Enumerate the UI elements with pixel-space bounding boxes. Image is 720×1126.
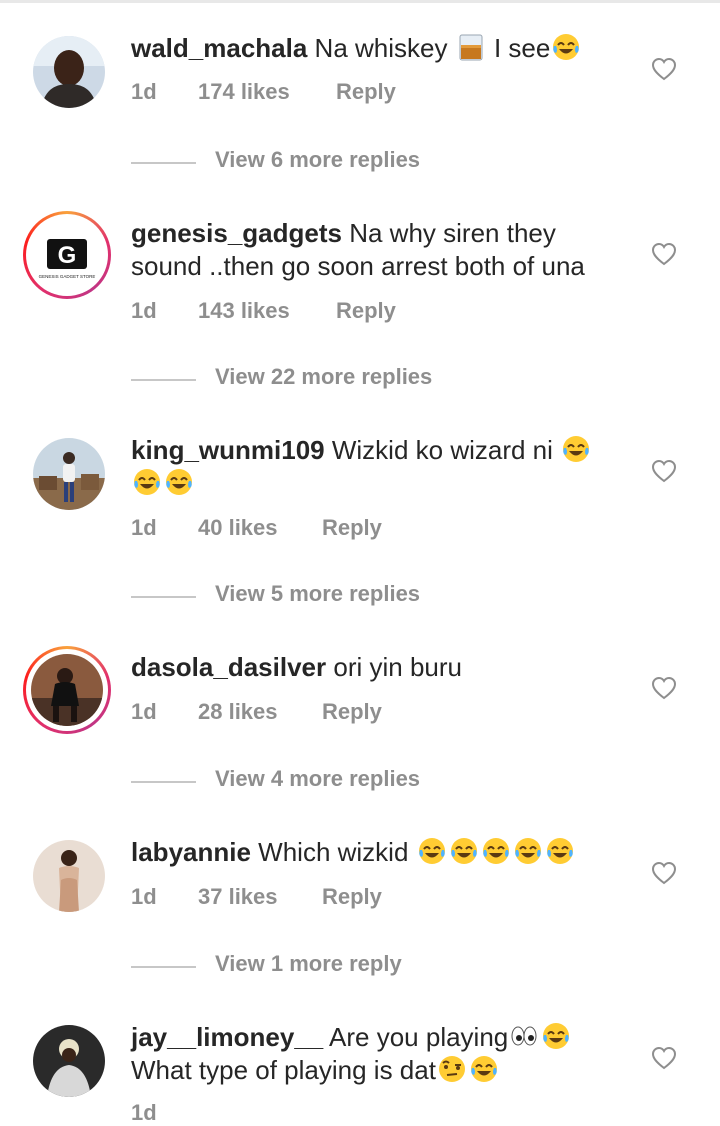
avatar[interactable] — [31, 654, 103, 726]
reply-button[interactable]: Reply — [322, 515, 382, 541]
face-with-tears-of-joy-emoji — [418, 838, 445, 864]
likes-count[interactable]: 40 likes — [198, 515, 278, 541]
story-ring[interactable]: G GENESIS GADGET STORE — [23, 211, 111, 299]
reply-button[interactable]: Reply — [336, 298, 396, 324]
view-replies-label[interactable]: View 1 more reply — [215, 951, 402, 977]
comment-body: Are you playing — [329, 1022, 509, 1052]
replies-divider — [131, 379, 196, 381]
reply-button[interactable]: Reply — [336, 79, 396, 105]
avatar[interactable] — [33, 840, 105, 912]
username[interactable]: king_wunmi109 — [131, 435, 325, 465]
view-replies-button[interactable]: View 1 more reply — [131, 951, 631, 981]
username[interactable]: labyannie — [131, 837, 251, 867]
logo-caption: GENESIS GADGET STORE — [39, 274, 96, 279]
face-with-tears-of-joy-emoji — [563, 436, 590, 462]
view-replies-button[interactable]: View 5 more replies — [131, 581, 631, 611]
heart-outline-icon[interactable] — [651, 676, 677, 700]
timestamp: 1d — [131, 515, 157, 540]
view-replies-label[interactable]: View 22 more replies — [215, 364, 432, 390]
heart-outline-icon[interactable] — [651, 459, 677, 483]
replies-divider — [131, 596, 196, 598]
eyes-emoji — [511, 1026, 537, 1046]
logo-letter: G — [58, 242, 77, 269]
comment-body: Wizkid ko wizard ni — [331, 435, 553, 465]
view-replies-label[interactable]: View 5 more replies — [215, 581, 420, 607]
face-with-tears-of-joy-emoji — [543, 1023, 570, 1049]
timestamp: 1d — [131, 1100, 157, 1125]
likes-count[interactable]: 143 likes — [198, 298, 290, 324]
face-with-tears-of-joy-emoji — [514, 838, 541, 864]
comment-text: genesis_gadgets Na why siren they sound … — [131, 217, 621, 283]
comment-body: Na whiskey — [314, 33, 448, 63]
comment-text: dasola_dasilver ori yin buru — [131, 651, 621, 684]
avatar[interactable]: G GENESIS GADGET STORE — [31, 219, 103, 291]
reply-button[interactable]: Reply — [322, 699, 382, 725]
face-with-tears-of-joy-emoji — [546, 838, 573, 864]
face-with-tears-of-joy-emoji — [166, 469, 192, 495]
heart-outline-icon[interactable] — [651, 242, 677, 266]
username[interactable]: wald_machala — [131, 33, 307, 63]
reply-button[interactable]: Reply — [322, 884, 382, 910]
heart-outline-icon[interactable] — [651, 57, 677, 81]
likes-count[interactable]: 37 likes — [198, 884, 278, 910]
comment-text: jay__limoney__ Are you playing What type… — [131, 1021, 621, 1087]
comment-body-line2: What type of playing is dat — [131, 1055, 436, 1085]
view-replies-button[interactable]: View 22 more replies — [131, 364, 631, 394]
comment-body-suffix: I see — [493, 33, 551, 63]
face-with-raised-eyebrow-emoji — [438, 1056, 465, 1082]
comment-text: wald_machala Na whiskey I see — [131, 32, 621, 65]
username[interactable]: jay__limoney__ — [131, 1022, 323, 1052]
face-with-tears-of-joy-emoji — [553, 34, 580, 60]
replies-divider — [131, 966, 196, 968]
avatar[interactable] — [33, 1025, 105, 1097]
face-with-tears-of-joy-emoji — [450, 838, 477, 864]
heart-outline-icon[interactable] — [651, 861, 677, 885]
heart-outline-icon[interactable] — [651, 1046, 677, 1070]
story-ring[interactable] — [23, 646, 111, 734]
timestamp: 1d — [131, 884, 157, 909]
view-replies-button[interactable]: View 4 more replies — [131, 766, 631, 796]
likes-count[interactable]: 174 likes — [198, 79, 290, 105]
comment-body: Which wizkid — [258, 837, 409, 867]
avatar[interactable] — [33, 36, 105, 108]
comment-body: ori yin buru — [333, 652, 462, 682]
replies-divider — [131, 781, 196, 783]
view-replies-button[interactable]: View 6 more replies — [131, 147, 631, 177]
face-with-tears-of-joy-emoji — [482, 838, 509, 864]
likes-count[interactable]: 28 likes — [198, 699, 278, 725]
tumbler-glass-emoji — [459, 34, 483, 61]
timestamp: 1d — [131, 79, 157, 104]
top-divider — [0, 0, 720, 3]
comment-text: king_wunmi109 Wizkid ko wizard ni — [131, 434, 621, 500]
replies-divider — [131, 162, 196, 164]
comment-text: labyannie Which wizkid — [131, 836, 621, 869]
view-replies-label[interactable]: View 6 more replies — [215, 147, 420, 173]
timestamp: 1d — [131, 298, 157, 323]
view-replies-label[interactable]: View 4 more replies — [215, 766, 420, 792]
face-with-tears-of-joy-emoji — [134, 469, 160, 495]
username[interactable]: genesis_gadgets — [131, 218, 342, 248]
username[interactable]: dasola_dasilver — [131, 652, 326, 682]
timestamp: 1d — [131, 699, 157, 724]
face-with-tears-of-joy-emoji — [470, 1056, 497, 1082]
avatar[interactable] — [33, 438, 105, 510]
